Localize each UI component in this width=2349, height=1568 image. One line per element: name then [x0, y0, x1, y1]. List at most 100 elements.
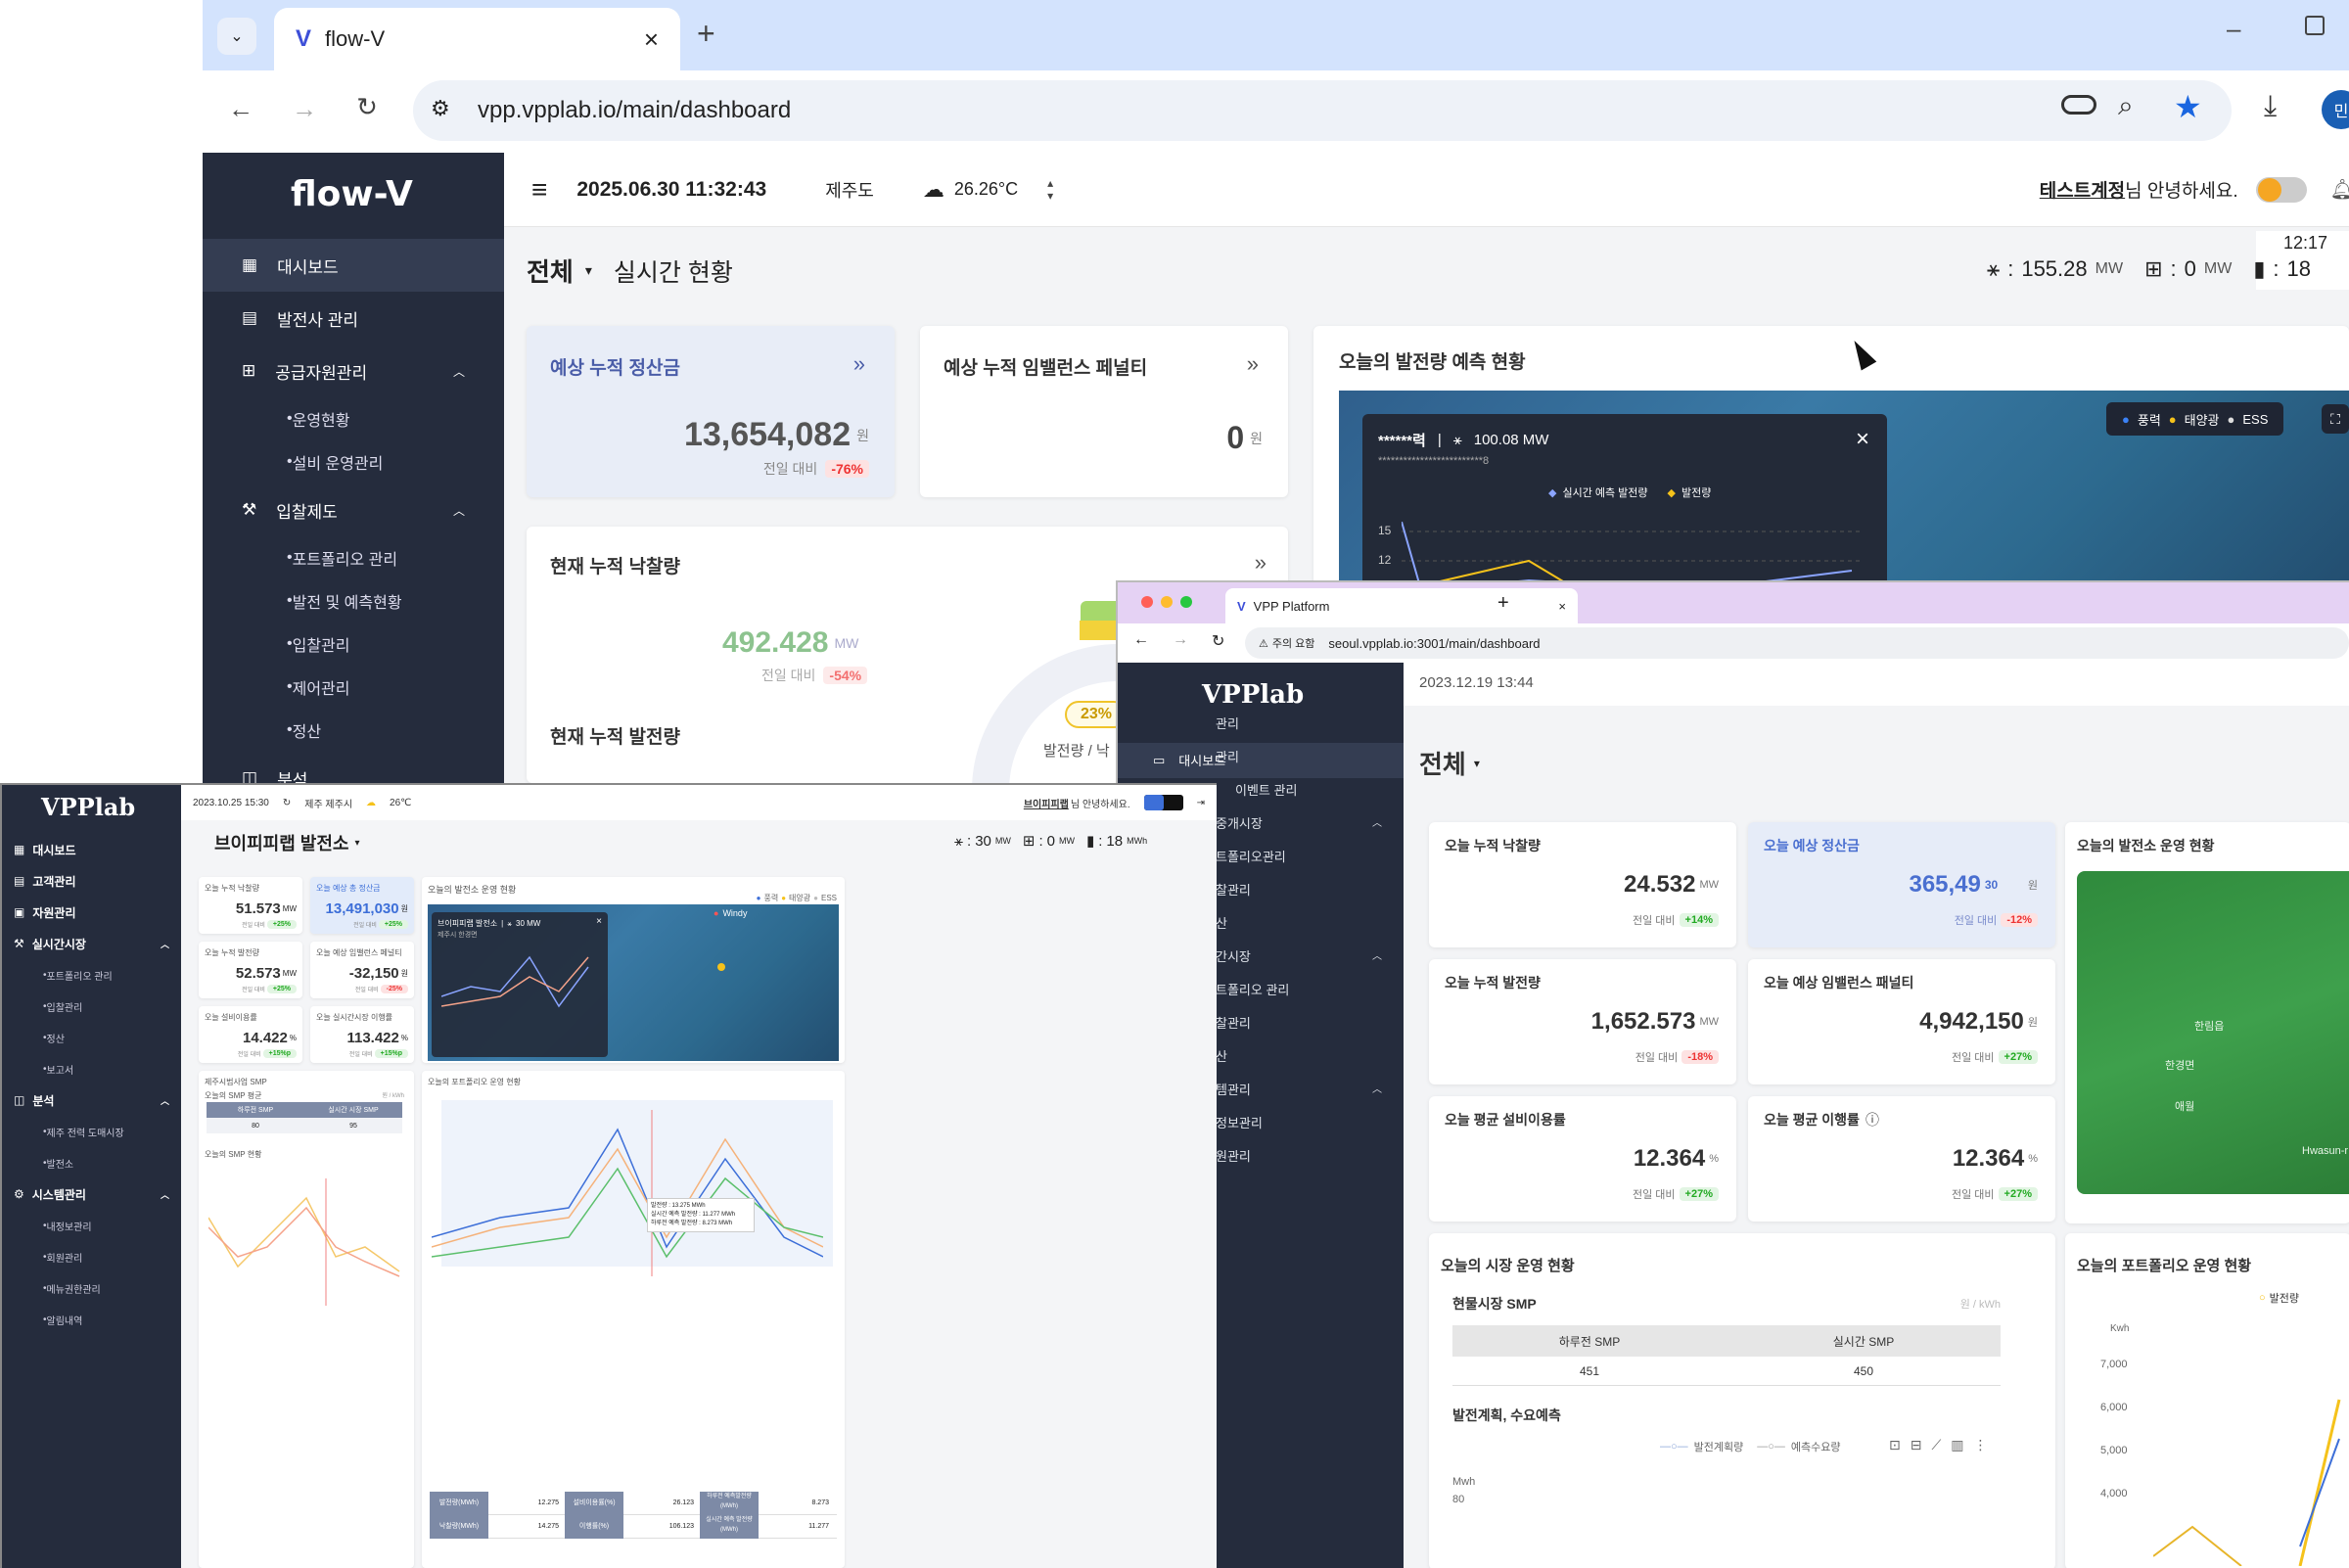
- minimize-icon[interactable]: –: [2227, 14, 2240, 44]
- logout-icon[interactable]: ⇥: [1197, 798, 1205, 808]
- sidebar-sub[interactable]: • 제주 전력 도매시장: [2, 1116, 181, 1147]
- close-icon[interactable]: ×: [596, 916, 602, 927]
- sidebar-item-supply[interactable]: ⊞ 공급자원관리 ︿: [203, 345, 504, 397]
- kpi-card[interactable]: 오늘 누적 낙찰량 51.573 MW 전일 대비 +25%: [199, 877, 302, 934]
- sidebar-sub[interactable]: • 메뉴권한관리: [2, 1272, 181, 1304]
- back-icon[interactable]: ←: [1133, 631, 1149, 649]
- reload-icon[interactable]: ↻: [1212, 631, 1224, 651]
- sidebar-item[interactable]: 관리: [1216, 708, 1402, 741]
- address-bar[interactable]: ⚙ vpp.vpplab.io/main/dashboard: [413, 80, 2232, 141]
- sidebar-sub-settle[interactable]: • 정산: [203, 709, 504, 752]
- window-minimize-dot[interactable]: [1161, 596, 1173, 608]
- kpi-card[interactable]: 오늘 예상 임밸런스 패널티 4,942,150 원 전일 대비 +27%: [1748, 959, 2055, 1084]
- sidebar-item-plant-mgmt[interactable]: ▤ 발전사 관리: [203, 292, 504, 345]
- sidebar-item-bidding[interactable]: ⚒ 입찰제도 ︿: [203, 484, 504, 536]
- sidebar-sub[interactable]: • 내정보관리: [2, 1210, 181, 1241]
- kpi-card[interactable]: 오늘 누적 발전량 1,652.573 MW 전일 대비 -18%: [1429, 959, 1736, 1084]
- close-tab-icon[interactable]: ×: [644, 24, 659, 55]
- sidebar-item[interactable]: 이벤트 관리: [1216, 774, 1402, 807]
- sidebar-item-dashboard[interactable]: ▦ 대시보드: [203, 239, 504, 292]
- double-chevron-right-icon[interactable]: »: [1247, 351, 1259, 377]
- back-icon[interactable]: ←: [221, 94, 260, 124]
- download-icon[interactable]: ⤓: [2264, 90, 2277, 123]
- sidebar-item[interactable]: 정보관리: [1216, 1107, 1402, 1140]
- double-chevron-right-icon[interactable]: »: [1255, 550, 1267, 576]
- fullscreen-icon[interactable]: ⛶: [2322, 404, 2349, 434]
- vpp-address-bar[interactable]: ⚠ 주의 요함 seoul.vpplab.io:3001/main/dashboa…: [1245, 627, 2349, 659]
- reload-icon[interactable]: ↻: [347, 92, 387, 122]
- user-name[interactable]: 브이피피랩: [1024, 796, 1069, 810]
- browser-tab[interactable]: V flow-V ×: [274, 8, 680, 70]
- bell-icon[interactable]: 🔔︎: [2330, 177, 2349, 202]
- sidebar-item[interactable]: ⚙ 시스템관리 ︿: [2, 1178, 181, 1210]
- kpi-card[interactable]: 오늘 예상 총 정산금 13,491,030 원 전일 대비 +25%: [310, 877, 414, 934]
- tab-search-button[interactable]: ⌄: [217, 18, 256, 55]
- sidebar-item[interactable]: ▣ 자원관리: [2, 897, 181, 928]
- sidebar-item[interactable]: 트폴리오관리: [1216, 841, 1402, 874]
- site-settings-icon[interactable]: ⚙: [431, 96, 450, 121]
- sidebar-sub-forecast[interactable]: • 발전 및 예측현황: [203, 579, 504, 623]
- sidebar-sub[interactable]: • 포트폴리오 관리: [2, 959, 181, 991]
- kpi-card[interactable]: 오늘 실시간시장 이행률 113.422% 전일 대비 +15%p: [310, 1006, 414, 1063]
- sidebar-sub-bid[interactable]: • 입찰관리: [203, 623, 504, 666]
- forward-icon[interactable]: →: [1173, 631, 1188, 649]
- sidebar-sub[interactable]: • 알림내역: [2, 1304, 181, 1335]
- window-close-dot[interactable]: [1141, 596, 1153, 608]
- vpp-scope-select[interactable]: 전체 ▾: [1419, 745, 1480, 781]
- bar-chart-icon[interactable]: ▥: [1951, 1437, 1963, 1453]
- kpi-card[interactable]: 오늘 예상 임밸런스 페널티 -32,150 원 전일 대비 -25%: [310, 942, 414, 998]
- sidebar-item[interactable]: ⚒ 실시간시장 ︿: [2, 928, 181, 959]
- sidebar-sub[interactable]: • 회원관리: [2, 1241, 181, 1272]
- new-tab-icon[interactable]: +: [697, 16, 715, 52]
- sidebar-sub[interactable]: • 보고서: [2, 1053, 181, 1084]
- sidebar-item[interactable]: ◫ 분석 ︿: [2, 1084, 181, 1116]
- sidebar-sub[interactable]: • 입찰관리: [2, 991, 181, 1022]
- sidebar-item[interactable]: 찰관리: [1216, 874, 1402, 907]
- password-key-icon[interactable]: [2061, 95, 2096, 115]
- line-chart-icon[interactable]: ⟋: [1931, 1437, 1941, 1453]
- sidebar-group[interactable]: 템관리 ︿: [1216, 1074, 1402, 1107]
- plant-select[interactable]: 브이피피랩 발전소 ▾: [214, 830, 360, 855]
- sidebar-item[interactable]: 트폴리오 관리: [1216, 974, 1402, 1007]
- plant-map[interactable]: 한림읍 한경면 애월 Hwasun-r: [2077, 871, 2349, 1194]
- forward-icon[interactable]: →: [285, 94, 324, 124]
- theme-toggle[interactable]: [1143, 795, 1183, 810]
- close-tab-icon[interactable]: ×: [1558, 599, 1566, 614]
- sidebar-sub[interactable]: • 정산: [2, 1022, 181, 1053]
- zoom-area-icon[interactable]: ⊡: [1889, 1437, 1901, 1453]
- sidebar-sub[interactable]: • 발전소: [2, 1147, 181, 1178]
- sidebar-group[interactable]: 간시장 ︿: [1216, 941, 1402, 974]
- settlement-card[interactable]: 예상 누적 정산금 » 13,654,082 원 전일 대비 -76%: [527, 326, 895, 497]
- close-icon[interactable]: ×: [1856, 426, 1869, 453]
- sidebar-item[interactable]: 원관리: [1216, 1140, 1402, 1174]
- sidebar-item[interactable]: 산: [1216, 907, 1402, 941]
- kpi-card[interactable]: 오늘 누적 발전량 52.573 MW 전일 대비 +25%: [199, 942, 302, 998]
- refresh-icon[interactable]: ↻: [283, 798, 291, 808]
- maximize-icon[interactable]: [2305, 16, 2325, 35]
- sidebar-item[interactable]: 찰관리: [1216, 1007, 1402, 1040]
- sidebar-item[interactable]: 관리: [1216, 741, 1402, 774]
- penalty-card[interactable]: 예상 누적 임밸런스 페널티 » 0원: [920, 326, 1288, 497]
- scope-select[interactable]: 전체: [527, 253, 574, 289]
- zoom-reset-icon[interactable]: ⊟: [1911, 1437, 1922, 1453]
- kpi-card[interactable]: 오늘 누적 낙찰량 24.532 MW 전일 대비 +14%: [1429, 822, 1736, 947]
- kpi-card[interactable]: 오늘 평균 이행률 ⓘ 12.364% 전일 대비 +27%: [1748, 1096, 2055, 1222]
- kpi-card[interactable]: 오늘 예상 정산금 365,49 30 원 전일 대비 -12%: [1748, 822, 2055, 947]
- new-tab-icon[interactable]: +: [1497, 592, 1509, 615]
- sidebar-item[interactable]: ▤ 고객관리: [2, 865, 181, 897]
- bookmark-star-icon[interactable]: ★: [2174, 88, 2202, 125]
- sidebar-sub-control[interactable]: • 제어관리: [203, 666, 504, 709]
- region-stepper-icon[interactable]: ▴ ▾: [1047, 176, 1053, 203]
- window-maximize-dot[interactable]: [1180, 596, 1192, 608]
- sidebar-group[interactable]: 중개시장 ︿: [1216, 807, 1402, 841]
- kpi-card[interactable]: 오늘 설비이용률 14.422% 전일 대비 +15%p: [199, 1006, 302, 1063]
- plant-marker[interactable]: [717, 963, 725, 971]
- sidebar-item[interactable]: 산: [1216, 1040, 1402, 1074]
- double-chevron-right-icon[interactable]: »: [853, 351, 865, 377]
- sidebar-sub-facility[interactable]: • 설비 운영관리: [203, 440, 504, 484]
- sidebar-sub-portfolio[interactable]: • 포트폴리오 관리: [203, 536, 504, 579]
- theme-toggle[interactable]: [2255, 176, 2307, 203]
- user-name[interactable]: 테스트계정: [2040, 176, 2125, 203]
- vpp-tab[interactable]: V VPP Platform ×: [1225, 588, 1578, 623]
- info-icon[interactable]: ⓘ: [1865, 1110, 1879, 1130]
